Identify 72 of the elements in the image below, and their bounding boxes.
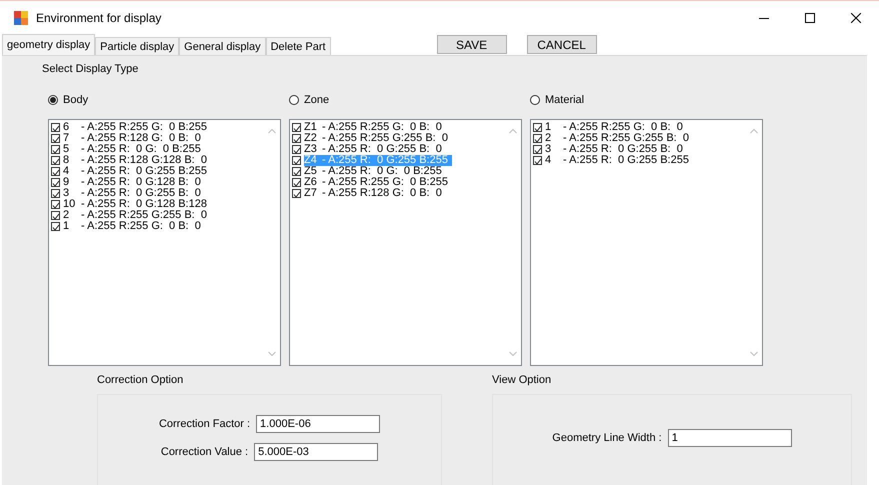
input-field[interactable]: 1.000E-06 xyxy=(256,415,380,433)
group-title: View Option xyxy=(492,374,552,388)
checkbox[interactable] xyxy=(533,134,542,143)
tab[interactable]: Delete Part xyxy=(266,37,331,55)
list-item[interactable]: 3 - A:255 R: 0 G:255 B: 0 xyxy=(545,144,687,155)
list-item[interactable]: 10 - A:255 R: 0 G:128 B:128 xyxy=(63,199,211,210)
tab[interactable]: General display xyxy=(179,37,266,55)
list-item[interactable]: 1 - A:255 R:255 G: 0 B: 0 xyxy=(63,221,205,232)
checkbox[interactable] xyxy=(292,178,301,187)
checkbox[interactable] xyxy=(51,222,60,231)
checkbox[interactable] xyxy=(292,145,301,154)
checkbox[interactable] xyxy=(51,123,60,132)
section-title: Select Display Type xyxy=(42,63,140,77)
checkbox[interactable] xyxy=(292,189,301,198)
list-item[interactable]: Z7 - A:255 R:128 G: 0 B: 0 xyxy=(304,188,446,199)
list-item[interactable]: 8 - A:255 R:128 G:128 B: 0 xyxy=(63,155,211,166)
window-title: Environment for display xyxy=(36,11,162,25)
checkbox[interactable] xyxy=(51,200,60,209)
cancel-button[interactable]: CANCEL xyxy=(526,35,597,54)
list-item[interactable]: 4 - A:255 R: 0 G:255 B:255 xyxy=(545,155,693,166)
checkbox[interactable] xyxy=(533,145,542,154)
checkbox[interactable] xyxy=(51,178,60,187)
caret-up-icon xyxy=(268,128,276,134)
radio-button[interactable] xyxy=(48,95,58,105)
checkbox[interactable] xyxy=(292,134,301,143)
list-item[interactable]: 5 - A:255 R: 0 G: 0 B:255 xyxy=(63,144,205,155)
caret-down-icon xyxy=(268,351,276,357)
checkbox[interactable] xyxy=(51,156,60,165)
tab[interactable]: Particle display xyxy=(95,37,180,55)
checkbox[interactable] xyxy=(51,189,60,198)
list-item[interactable]: 1 - A:255 R:255 G: 0 B: 0 xyxy=(545,122,687,133)
maximize-icon xyxy=(805,13,815,23)
list-item[interactable]: 6 - A:255 R:255 G: 0 B:255 xyxy=(63,122,211,133)
radio-label[interactable]: Body xyxy=(63,94,88,106)
list-item[interactable]: 7 - A:255 R:128 G: 0 B: 0 xyxy=(63,133,205,144)
caret-up-icon xyxy=(508,128,516,134)
radio-button[interactable] xyxy=(530,95,540,105)
input-field[interactable]: 5.000E-03 xyxy=(254,443,378,461)
field-label: Correction Value : xyxy=(160,446,248,458)
list-item[interactable]: Z3 - A:255 R: 0 G:255 B: 0 xyxy=(304,144,446,155)
radio-label[interactable]: Zone xyxy=(304,94,330,106)
list-item[interactable]: 4 - A:255 R: 0 G:255 B:255 xyxy=(63,166,211,177)
app-icon xyxy=(14,11,28,25)
checkbox[interactable] xyxy=(292,156,301,165)
caret-down-icon xyxy=(508,351,516,357)
list-item[interactable]: 9 - A:255 R: 0 G:128 B: 0 xyxy=(63,177,205,188)
checkbox[interactable] xyxy=(292,123,301,132)
list-item[interactable]: Z1 - A:255 R:255 G: 0 B: 0 xyxy=(304,122,446,133)
field-label: Correction Factor : xyxy=(158,418,250,430)
checkbox[interactable] xyxy=(51,134,60,143)
checkbox[interactable] xyxy=(51,211,60,220)
list-item[interactable]: Z6 - A:255 R:255 G: 0 B:255 xyxy=(304,177,452,188)
group-title: Correction Option xyxy=(97,374,184,388)
list-item[interactable]: 2 - A:255 R:255 G:255 B: 0 xyxy=(545,133,693,144)
checkbox[interactable] xyxy=(51,145,60,154)
radio-label[interactable]: Material xyxy=(545,94,584,106)
close-icon xyxy=(851,13,861,23)
list-item[interactable]: Z2 - A:255 R:255 G:255 B: 0 xyxy=(304,133,452,144)
checkbox[interactable] xyxy=(533,123,542,132)
field-label: Geometry Line Width : xyxy=(552,432,662,444)
checkbox[interactable] xyxy=(292,167,301,176)
checkbox[interactable] xyxy=(51,167,60,176)
save-button[interactable]: SAVE xyxy=(436,35,507,54)
radio-button[interactable] xyxy=(289,95,299,105)
input-field[interactable]: 1 xyxy=(668,429,792,447)
caret-down-icon xyxy=(750,351,758,357)
list-item[interactable]: Z5 - A:255 R: 0 G: 0 B:255 xyxy=(304,166,446,177)
list-item[interactable]: 3 - A:255 R: 0 G:255 B: 0 xyxy=(63,188,205,199)
checkbox[interactable] xyxy=(533,156,542,165)
list-item[interactable]: 2 - A:255 R:255 G:255 B: 0 xyxy=(63,210,211,221)
tab[interactable]: geometry display xyxy=(2,34,96,55)
caret-up-icon xyxy=(750,128,758,134)
